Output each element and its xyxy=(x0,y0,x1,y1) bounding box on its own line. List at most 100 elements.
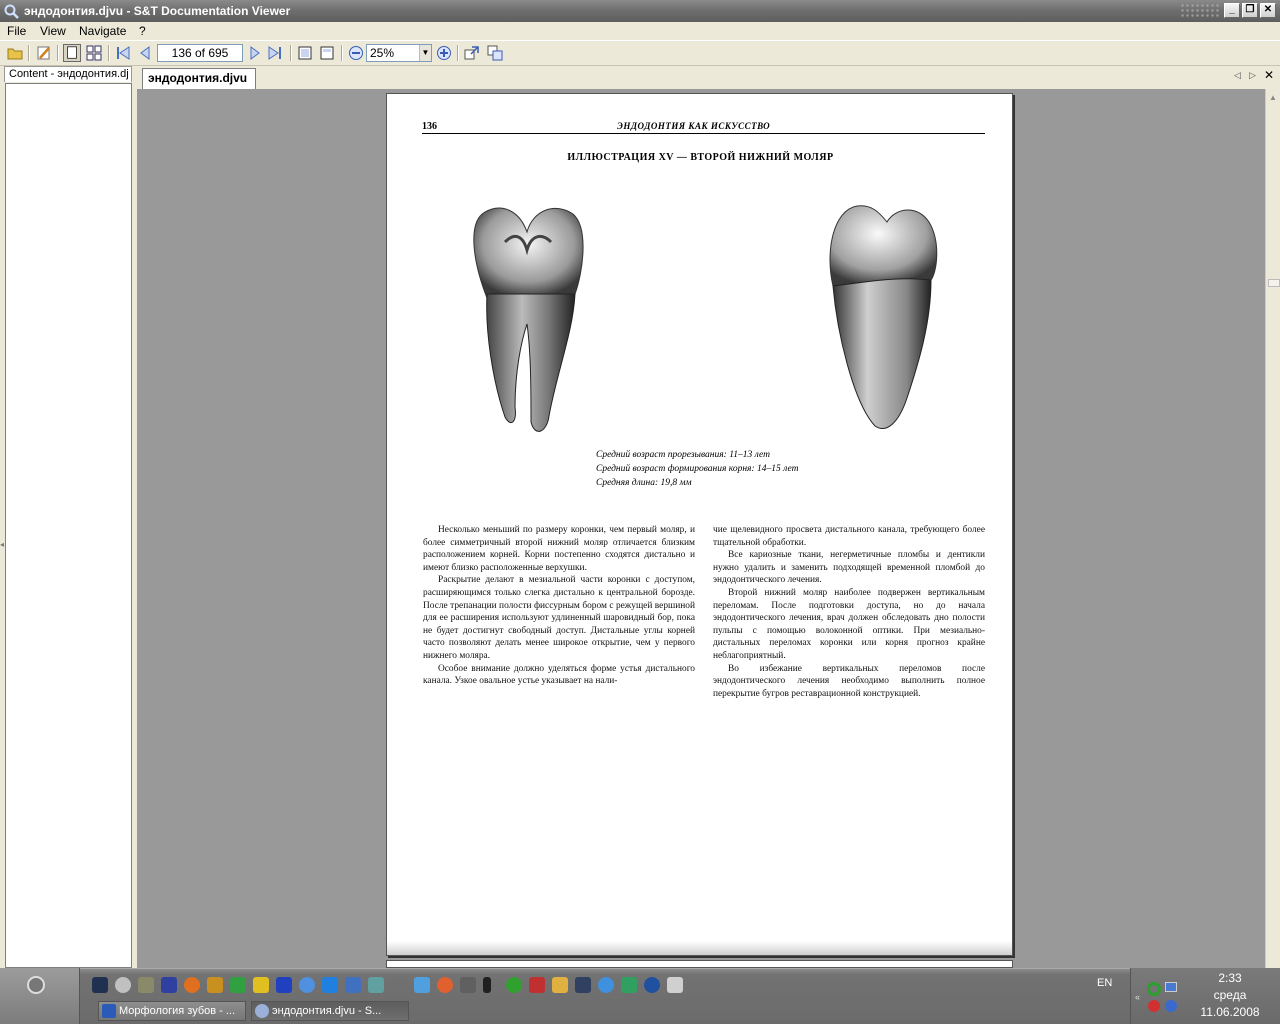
clock[interactable]: 2:33 среда 11.06.2008 xyxy=(1180,970,1280,1021)
quicklaunch-icon[interactable] xyxy=(391,977,407,993)
content-tab[interactable]: Content - эндодонтия.dj xyxy=(4,66,132,82)
taskbar-button-viewer[interactable]: эндодонтия.djvu - S... xyxy=(251,1001,409,1021)
paragraph: Особое внимание должно уделяться форме у… xyxy=(423,663,695,687)
close-button[interactable]: ✕ xyxy=(1260,3,1276,18)
continuous-page-icon[interactable] xyxy=(85,44,103,62)
open-folder-icon[interactable] xyxy=(6,44,24,62)
quicklaunch-icon[interactable] xyxy=(529,977,545,993)
document-tab-bar xyxy=(137,66,1280,89)
single-page-icon[interactable] xyxy=(63,44,81,62)
quicklaunch-icon[interactable] xyxy=(253,977,269,993)
scroll-up-icon[interactable]: ▲ xyxy=(1269,93,1277,102)
app-icon xyxy=(4,4,19,19)
last-page-icon[interactable] xyxy=(266,44,284,62)
zoom-select[interactable]: 25% ▼ xyxy=(366,44,432,62)
document-page: 136 ЭНДОДОНТИЯ КАК ИСКУССТВО ИЛЛЮСТРАЦИЯ… xyxy=(386,93,1013,956)
next-document-page xyxy=(386,960,1013,968)
scroll-thumb[interactable] xyxy=(1268,279,1280,287)
quicklaunch-icon[interactable] xyxy=(644,977,660,993)
paragraph: Во избежание вертикальных переломов посл… xyxy=(713,663,985,699)
molar-illustration-side xyxy=(829,205,938,429)
taskbar-button-word[interactable]: Морфология зубов - ... xyxy=(98,1001,246,1021)
quicklaunch-icon[interactable] xyxy=(598,977,614,993)
clock-date: 11.06.2008 xyxy=(1200,1005,1260,1019)
content-panel[interactable] xyxy=(5,83,132,968)
quicklaunch-icon[interactable] xyxy=(575,977,591,993)
quicklaunch-icon[interactable] xyxy=(414,977,430,993)
fact-eruption-age: Средний возраст прорезывания: 11–13 лет xyxy=(596,450,770,460)
fact-average-length: Средняя длина: 19,8 мм xyxy=(596,478,692,488)
scan-edge-shadow xyxy=(387,941,1012,955)
menu-help[interactable]: ? xyxy=(139,24,146,38)
fit-width-icon[interactable] xyxy=(318,44,336,62)
quicklaunch-icon[interactable] xyxy=(92,977,108,993)
quicklaunch-icon[interactable] xyxy=(368,977,384,993)
viewer-icon xyxy=(255,1004,269,1018)
tab-scroll-right-icon[interactable]: ▷ xyxy=(1249,70,1256,81)
firefox-icon[interactable] xyxy=(184,977,200,993)
menu-file[interactable]: File xyxy=(7,24,26,38)
header-rule xyxy=(422,133,985,134)
chevron-down-icon[interactable]: ▼ xyxy=(419,45,431,61)
vertical-scrollbar[interactable]: ▲ xyxy=(1265,89,1280,968)
quicklaunch-icon[interactable] xyxy=(552,977,568,993)
maximize-button[interactable]: ❐ xyxy=(1242,3,1258,18)
network-status-icon[interactable] xyxy=(1147,982,1161,996)
menu-view[interactable]: View xyxy=(40,24,66,38)
quicklaunch-icon[interactable] xyxy=(276,977,292,993)
quicklaunch-icon[interactable] xyxy=(299,977,315,993)
first-page-icon[interactable] xyxy=(114,44,132,62)
running-head: ЭНДОДОНТИЯ КАК ИСКУССТВО xyxy=(617,121,771,131)
copy-icon[interactable] xyxy=(486,44,504,62)
fact-root-formation-age: Средний возраст формирования корня: 14–1… xyxy=(596,464,799,474)
clock-day: среда xyxy=(1213,988,1247,1002)
menu-bar: File View Navigate ? xyxy=(0,22,1280,40)
clock-time: 2:33 xyxy=(1218,971,1242,985)
close-tab-icon[interactable]: ✕ xyxy=(1264,68,1274,82)
messenger-icon[interactable] xyxy=(1165,1000,1177,1012)
minimize-button[interactable]: _ xyxy=(1224,3,1240,18)
next-page-icon[interactable] xyxy=(246,44,264,62)
language-indicator[interactable]: EN xyxy=(1097,977,1112,989)
quicklaunch-icon[interactable] xyxy=(207,977,223,993)
paragraph: Раскрытие делают в мезиальной части коро… xyxy=(423,575,695,661)
text-column-right: чие щелевидного просвета дистального кан… xyxy=(713,524,985,700)
zoom-in-icon[interactable] xyxy=(435,44,453,62)
quicklaunch-icon[interactable] xyxy=(483,977,491,993)
edit-icon[interactable] xyxy=(35,44,53,62)
paragraph: чие щелевидного просвета дистального кан… xyxy=(713,525,985,548)
display-icon[interactable] xyxy=(1165,982,1177,992)
quicklaunch-icon[interactable] xyxy=(345,977,361,993)
toolbar: 136 of 695 25% ▼ xyxy=(0,40,1280,66)
paragraph: Несколько меньший по размеру коронки, че… xyxy=(423,525,695,573)
previous-page-icon[interactable] xyxy=(136,44,154,62)
title-bar: эндодонтия.djvu - S&T Documentation View… xyxy=(0,0,1280,22)
quicklaunch-icon[interactable] xyxy=(437,977,453,993)
paragraph: Второй нижний моляр наиболее подвержен в… xyxy=(713,587,985,661)
splitter-arrow-icon[interactable]: ◂ xyxy=(0,540,4,550)
zoom-out-icon[interactable] xyxy=(347,44,365,62)
page-number-field[interactable]: 136 of 695 xyxy=(157,44,243,62)
menu-navigate[interactable]: Navigate xyxy=(79,24,126,38)
window-title: эндодонтия.djvu - S&T Documentation View… xyxy=(24,4,291,18)
internet-explorer-icon[interactable] xyxy=(322,977,338,993)
molar-illustration-front xyxy=(473,207,584,432)
security-alert-icon[interactable] xyxy=(1148,1000,1160,1012)
start-button[interactable] xyxy=(0,968,80,1024)
quicklaunch-icon[interactable] xyxy=(667,977,683,993)
quicklaunch-icon[interactable] xyxy=(230,977,246,993)
tab-scroll-left-icon[interactable]: ◁ xyxy=(1234,70,1241,81)
paragraph: Все кариозные ткани, негерметичные пломб… xyxy=(713,550,985,586)
quicklaunch-icon[interactable] xyxy=(506,977,522,993)
fit-page-icon[interactable] xyxy=(296,44,314,62)
illustration-title: ИЛЛЮСТРАЦИЯ XV — ВТОРОЙ НИЖНИЙ МОЛЯР xyxy=(567,152,834,163)
quicklaunch-icon[interactable] xyxy=(161,977,177,993)
quicklaunch-icon[interactable] xyxy=(138,977,154,993)
tray-expand-icon[interactable]: « xyxy=(1135,992,1140,1002)
quicklaunch-icon[interactable] xyxy=(621,977,637,993)
quicklaunch-icon[interactable] xyxy=(115,977,131,993)
word-icon xyxy=(102,1004,116,1018)
document-tab[interactable]: эндодонтия.djvu xyxy=(142,68,256,89)
export-icon[interactable] xyxy=(463,44,481,62)
quicklaunch-icon[interactable] xyxy=(460,977,476,993)
